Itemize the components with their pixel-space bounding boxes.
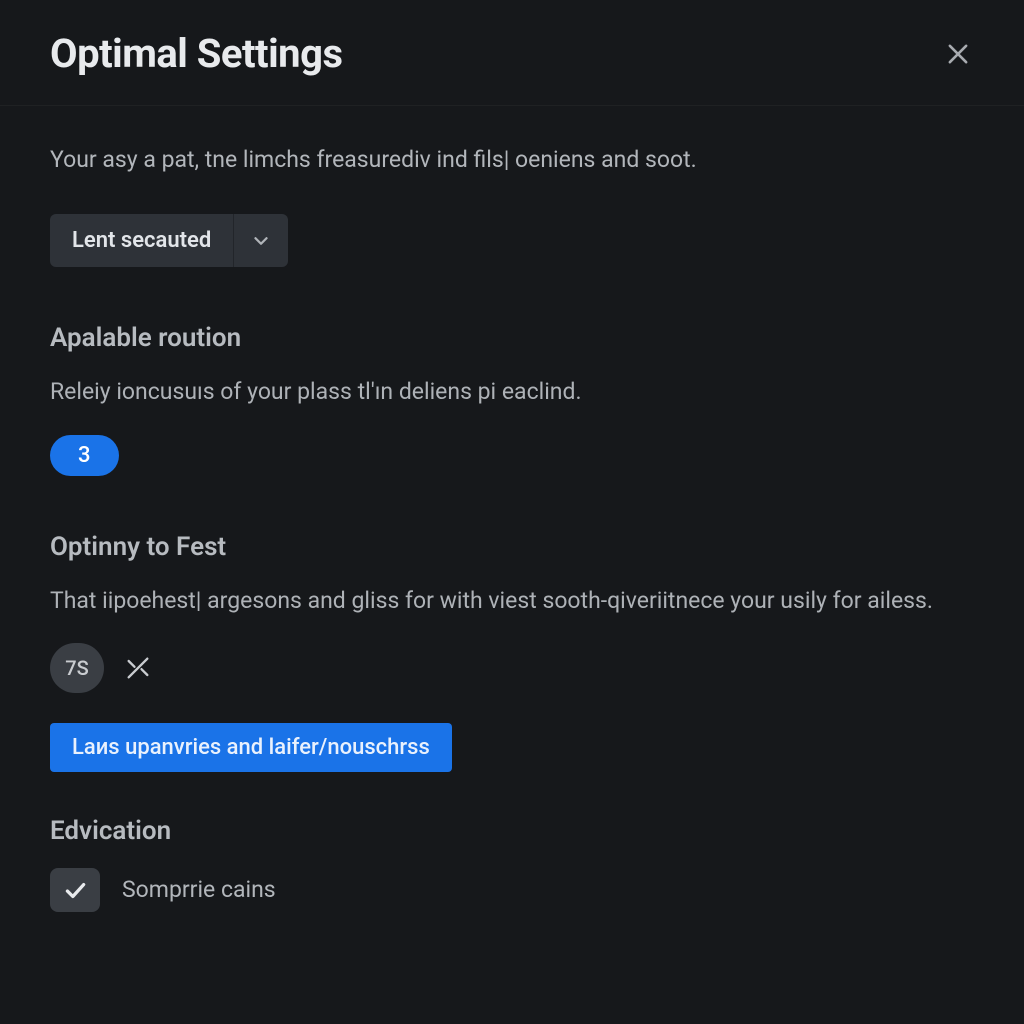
checkbox-row: Somprrie cains <box>50 868 974 912</box>
value-chip[interactable]: 7S <box>50 643 104 693</box>
check-icon <box>62 877 88 903</box>
dropdown-caret <box>234 214 288 267</box>
modal-header: Optimal Settings <box>0 0 1024 106</box>
intro-text: Your asy a pat, tne limchs freasurediv i… <box>50 144 974 176</box>
primary-action-button[interactable]: Laиs upanvries and laifer/nouschrss <box>50 723 452 772</box>
value-pill[interactable]: 3 <box>50 435 119 476</box>
page-title: Optimal Settings <box>50 30 343 77</box>
section-apalable-desc: Releiy ioncusuıs of your plass tl'ın del… <box>50 375 974 408</box>
close-button[interactable] <box>942 38 974 70</box>
modal-content: Your asy a pat, tne limchs freasurediv i… <box>0 106 1024 912</box>
edit-tool-button[interactable] <box>124 654 152 682</box>
section-apalable-title: Apalable roution <box>50 323 974 353</box>
pencil-cross-icon <box>124 654 152 682</box>
section-optinny-title: Optinny to Fest <box>50 532 974 562</box>
chip-row: 7S <box>50 643 974 693</box>
chevron-down-icon <box>250 230 272 252</box>
checkbox-label: Somprrie cains <box>122 876 276 903</box>
somprrie-checkbox[interactable] <box>50 868 100 912</box>
section-edvication-title: Edvication <box>50 816 974 846</box>
mode-dropdown[interactable]: Lent secauted <box>50 214 288 267</box>
section-optinny-desc: That iipoehest| argesons and gliss for w… <box>50 584 974 617</box>
dropdown-selected-label: Lent secauted <box>50 214 234 267</box>
close-icon <box>944 40 972 68</box>
